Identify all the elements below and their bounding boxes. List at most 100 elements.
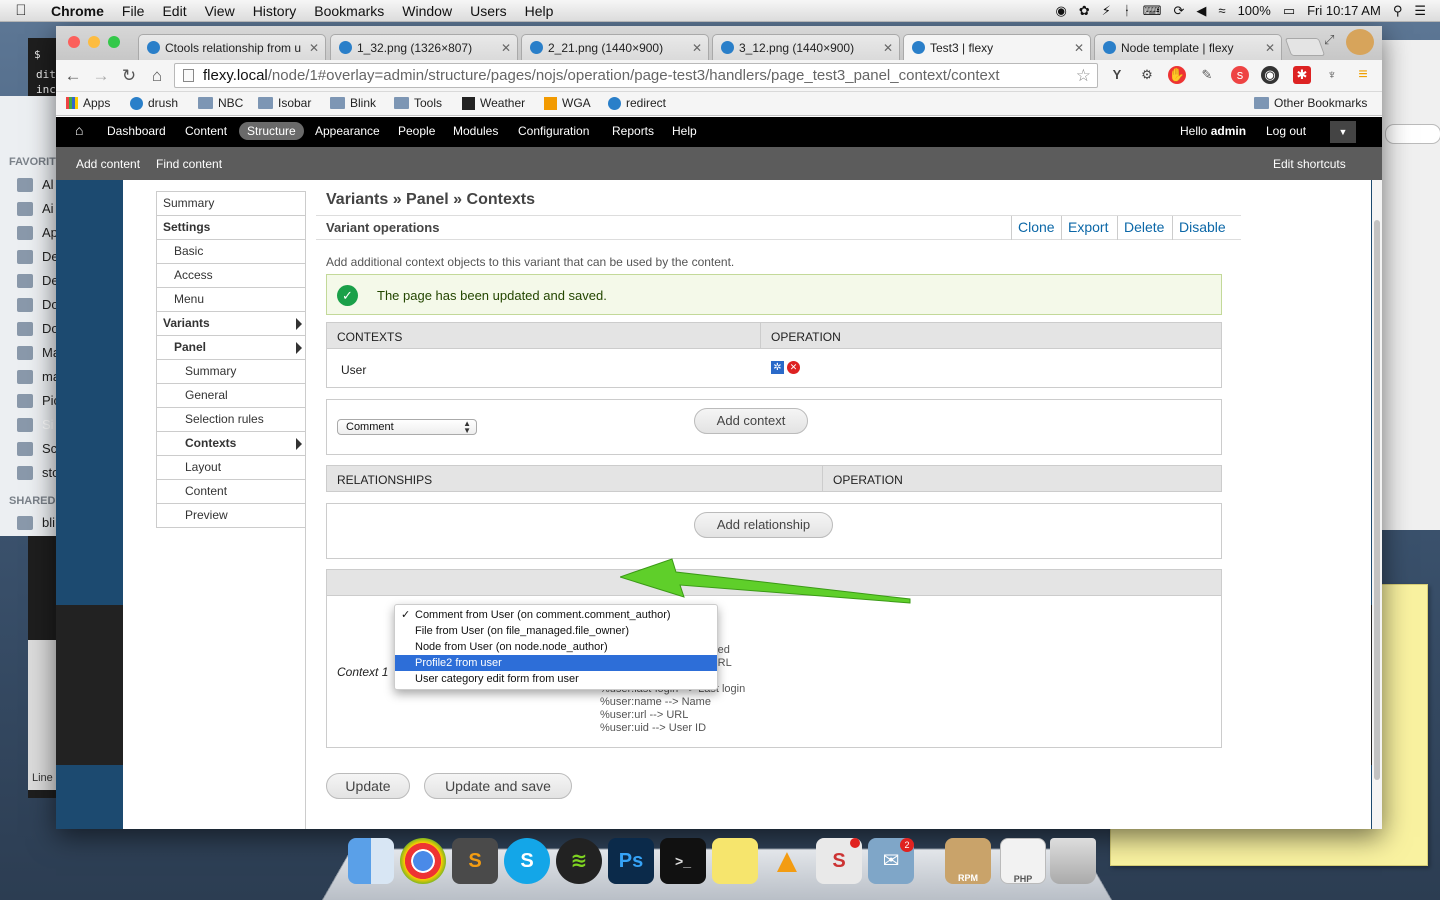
tab[interactable]: 3_12.png (1440×900) ✕ [712, 34, 900, 60]
dropdown-option[interactable]: ✓ Comment from User (on comment.comment_a… [395, 607, 717, 623]
menu-edit[interactable]: Edit [153, 3, 195, 19]
dropdown-option[interactable]: Node from User (on node.node_author) [395, 639, 717, 655]
back-icon[interactable]: ← [62, 65, 84, 87]
disable-link[interactable]: Disable [1172, 216, 1232, 240]
menu-app-name[interactable]: Chrome [42, 3, 113, 19]
eyedropper-icon[interactable]: ✎ [1198, 66, 1216, 84]
nav-item-basic[interactable]: Basic [157, 239, 305, 263]
clone-link[interactable]: Clone [1011, 216, 1061, 240]
finder-item[interactable]: Si [42, 417, 54, 432]
bookmark-folder[interactable]: Blink [330, 96, 376, 110]
nav-item-content[interactable]: Content [157, 479, 305, 503]
dropdown-option[interactable]: File from User (on file_managed.file_own… [395, 623, 717, 639]
configure-gear-icon[interactable]: ✲ [771, 361, 784, 374]
php-icon[interactable]: PHP [1000, 838, 1046, 884]
toolbar-appearance[interactable]: Appearance [315, 124, 380, 138]
battery-icon[interactable]: ▭ [1283, 3, 1295, 19]
bookmark-star-icon[interactable]: ☆ [1076, 64, 1091, 87]
add-relationship-button[interactable]: Add relationship [694, 512, 833, 538]
photoshop-icon[interactable]: Ps [608, 838, 654, 884]
context-type-select[interactable]: Comment ▲ ▼ [337, 419, 477, 435]
bookmark-folder[interactable]: NBC [198, 96, 243, 110]
spotlight-icon[interactable]: ⚲ [1393, 3, 1403, 19]
minimize-window-button[interactable] [88, 36, 100, 48]
wrench-status-icon[interactable]: ✿ [1079, 3, 1090, 19]
finder-item[interactable]: Sc [42, 441, 57, 456]
nav-item-variants[interactable]: Variants [157, 311, 305, 335]
remove-icon[interactable]: ✕ [787, 361, 800, 374]
toolbar-content[interactable]: Content [185, 124, 227, 138]
finder-icon[interactable] [348, 838, 394, 884]
toolbar-configuration[interactable]: Configuration [518, 124, 589, 138]
tab-close-icon[interactable]: ✕ [883, 41, 893, 55]
nav-item-contexts[interactable]: Contexts [157, 431, 305, 455]
nav-item-access[interactable]: Access [157, 263, 305, 287]
menu-history[interactable]: History [244, 3, 306, 19]
nav-item-layout[interactable]: Layout [157, 455, 305, 479]
bookmark-folder[interactable]: Isobar [258, 96, 311, 110]
lightning-icon[interactable]: ⚡ [1102, 3, 1111, 19]
finder-item[interactable]: bli [42, 515, 55, 530]
other-bookmarks[interactable]: Other Bookmarks [1254, 96, 1367, 110]
fullscreen-icon[interactable]: ⤢ [1324, 32, 1334, 48]
notification-center-icon[interactable]: ☰ [1414, 3, 1426, 19]
color-wheel-icon[interactable]: ◉ [1261, 66, 1279, 84]
tab[interactable]: 1_32.png (1326×807) ✕ [330, 34, 518, 60]
clock[interactable]: Fri 10:17 AM [1307, 3, 1381, 18]
forward-icon[interactable]: → [90, 65, 112, 87]
tab-close-icon[interactable]: ✕ [692, 41, 702, 55]
dropdown-option-highlighted[interactable]: Profile2 from user [395, 655, 717, 671]
nav-item-panel[interactable]: Panel [157, 335, 305, 359]
bookmark-drush[interactable]: drush [130, 96, 178, 110]
toolbar-help[interactable]: Help [672, 124, 697, 138]
menu-bookmarks[interactable]: Bookmarks [305, 3, 393, 19]
apple-icon[interactable]:  [0, 2, 42, 19]
toolbar-dashboard[interactable]: Dashboard [107, 124, 166, 138]
terminal-icon[interactable]: >_ [660, 838, 706, 884]
bookmark-apps[interactable]: Apps [66, 96, 110, 110]
bookmark-redirect[interactable]: redirect [608, 96, 666, 110]
nav-item-menu[interactable]: Menu [157, 287, 305, 311]
menu-view[interactable]: View [196, 3, 244, 19]
tab[interactable]: Ctools relationship from u ✕ [138, 34, 326, 60]
vlc-icon[interactable]: ▲ [764, 838, 810, 884]
yslow-icon[interactable]: Y [1108, 66, 1126, 84]
home-icon[interactable]: ⌂ [75, 122, 83, 138]
volume-icon[interactable]: ◀ [1196, 3, 1206, 19]
scrollbar-thumb[interactable] [1374, 220, 1380, 780]
battery-percent[interactable]: 100% [1238, 3, 1271, 18]
tab-close-icon[interactable]: ✕ [1074, 41, 1084, 55]
page-scrollbar[interactable] [1372, 180, 1382, 829]
bookmark-folder[interactable]: Tools [394, 96, 442, 110]
bluetooth-icon[interactable]: ᛂ [1123, 3, 1131, 18]
menu-icon[interactable]: ≡ [1354, 66, 1372, 84]
tab-close-icon[interactable]: ✕ [309, 41, 319, 55]
hello-username[interactable]: admin [1211, 124, 1246, 138]
wifi-icon[interactable]: ≈ [1218, 3, 1225, 18]
new-tab-button[interactable] [1284, 38, 1326, 56]
relationship-select-dropdown[interactable]: ✓ Comment from User (on comment.comment_a… [394, 604, 718, 690]
finder-item[interactable]: Al [42, 177, 54, 192]
logout-link[interactable]: Log out [1266, 124, 1306, 138]
menu-window[interactable]: Window [393, 3, 461, 19]
tab-close-icon[interactable]: ✕ [501, 41, 511, 55]
delete-link[interactable]: Delete [1117, 216, 1170, 240]
reload-icon[interactable]: ↻ [118, 65, 140, 87]
sublime-icon[interactable]: S [452, 838, 498, 884]
tab-active[interactable]: Test3 | flexy ✕ [903, 34, 1091, 60]
bookmark-weather[interactable]: Weather [462, 96, 525, 110]
chrome-icon[interactable] [400, 838, 446, 884]
close-window-button[interactable] [68, 36, 80, 48]
rpm-icon[interactable]: RPM [945, 838, 991, 884]
sync-icon[interactable]: ⟳ [1174, 3, 1185, 19]
status-icon[interactable]: ◉ [1056, 3, 1067, 19]
stumble-icon[interactable]: s [1231, 66, 1249, 84]
skype-icon[interactable]: S [504, 838, 550, 884]
update-and-save-button[interactable]: Update and save [424, 773, 572, 799]
shortcut-find-content[interactable]: Find content [156, 157, 222, 171]
profile-avatar-icon[interactable] [1346, 29, 1374, 55]
nav-item-settings[interactable]: Settings [157, 215, 305, 239]
nav-item-summary[interactable]: Summary [157, 191, 305, 215]
toolbar-modules[interactable]: Modules [453, 124, 498, 138]
shortcut-add-content[interactable]: Add content [76, 157, 140, 171]
